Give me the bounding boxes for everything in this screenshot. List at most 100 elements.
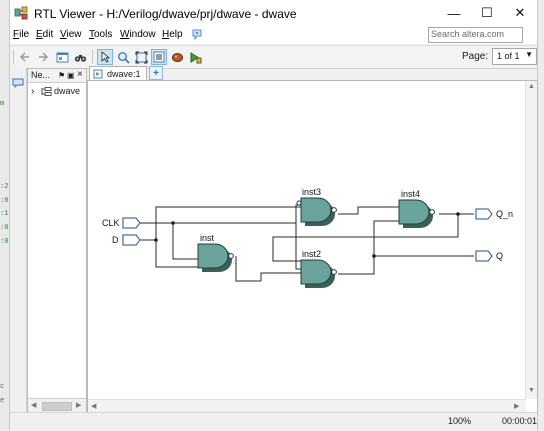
back-arrow-icon xyxy=(20,52,29,62)
canvas-hscrollbar[interactable]: ◀ ▶ xyxy=(88,399,526,413)
tree-item-dwave[interactable]: › dwave xyxy=(31,85,80,97)
back-button[interactable] xyxy=(17,49,33,65)
zoom-icon xyxy=(117,51,130,64)
maximize-button[interactable]: ☐ xyxy=(470,0,504,26)
close-panel-icon[interactable]: × xyxy=(77,69,83,80)
menu-window[interactable]: Window xyxy=(120,29,156,40)
netlist-optimize-button[interactable] xyxy=(169,49,185,65)
tab-dwave-1[interactable]: dwave:1 xyxy=(89,66,147,80)
port-q[interactable] xyxy=(475,250,493,262)
minimize-icon: — xyxy=(447,5,461,21)
schematic-drawing[interactable]: CLK D Q_n Q inst3 inst4 inst inst2 xyxy=(88,81,526,399)
zoom-tool-button[interactable] xyxy=(115,49,131,65)
wire-clk-inst3 xyxy=(295,204,301,223)
menu-help-label: elp xyxy=(169,29,183,40)
hierarchy-icon xyxy=(41,86,52,96)
help-tips-icon[interactable] xyxy=(191,28,203,40)
netlist-navigator-button[interactable] xyxy=(54,49,70,65)
forward-button[interactable] xyxy=(35,49,51,65)
output-ports xyxy=(475,208,493,262)
fit-in-window-button[interactable] xyxy=(133,49,149,65)
wire-inst2-out xyxy=(338,220,399,275)
find-button[interactable] xyxy=(72,49,88,65)
netlist-navigator-panel: Ne... ⚑ ▣ × › dwave ◀ ▶ xyxy=(27,68,87,414)
navigator-title: Ne... xyxy=(31,70,51,80)
hierarchy-list-icon xyxy=(153,51,165,63)
fit-window-icon xyxy=(135,51,147,63)
chevron-down-icon: ▼ xyxy=(525,50,533,59)
compile-button[interactable] xyxy=(187,49,203,65)
bg-glyph: :2 xyxy=(0,183,9,191)
label-inst2: inst2 xyxy=(302,249,321,259)
bg-glyph: :0 xyxy=(0,197,9,205)
forward-arrow-icon xyxy=(39,52,48,62)
menu-file[interactable]: File xyxy=(13,29,29,40)
menu-edit-label: dit xyxy=(42,29,54,40)
wire-d xyxy=(140,239,198,268)
label-clk: CLK xyxy=(102,218,120,228)
cursor-icon xyxy=(101,51,110,63)
label-q-n: Q_n xyxy=(496,209,513,219)
menu-view-label: iew xyxy=(66,29,82,40)
wire-inst-inst2 xyxy=(260,272,301,281)
scroll-down-icon[interactable]: ▼ xyxy=(528,387,535,394)
input-ports xyxy=(122,217,141,246)
title-bar[interactable]: RTL Viewer - H:/Verilog/dwave/prj/dwave … xyxy=(10,0,537,26)
wire-inst-out xyxy=(235,256,261,282)
document-tab-bar: dwave:1 + xyxy=(87,66,536,80)
scroll-left-icon[interactable]: ◀ xyxy=(91,402,96,410)
port-clk[interactable] xyxy=(122,217,141,229)
menu-edit[interactable]: Edit xyxy=(36,29,53,40)
port-d[interactable] xyxy=(122,234,141,246)
menu-help[interactable]: Help xyxy=(162,29,183,40)
wire-clk-branch xyxy=(172,223,198,260)
window-title: RTL Viewer - H:/Verilog/dwave/prj/dwave … xyxy=(34,7,297,21)
page-select[interactable]: 1 of 1 ▼ xyxy=(492,48,537,65)
bg-glyph: m xyxy=(0,100,5,108)
binoculars-icon xyxy=(74,54,86,62)
junction-dot xyxy=(456,212,460,216)
expand-icon[interactable]: › xyxy=(31,86,39,97)
menu-view[interactable]: View xyxy=(60,29,82,40)
label-inst3: inst3 xyxy=(302,187,321,197)
float-icon[interactable]: ▣ xyxy=(67,71,75,80)
close-icon: ✕ xyxy=(514,5,526,20)
schematic-canvas[interactable]: CLK D Q_n Q inst3 inst4 inst inst2 ▲ ▼ ◀… xyxy=(87,80,538,414)
minimize-button[interactable]: — xyxy=(437,0,471,26)
hierarchy-list-button[interactable] xyxy=(151,49,167,65)
status-bar: 100% 00:00:01 xyxy=(10,412,537,431)
bg-glyph: e xyxy=(0,397,5,405)
canvas-vscrollbar[interactable]: ▲ ▼ xyxy=(525,81,537,399)
scroll-up-icon[interactable]: ▲ xyxy=(528,83,535,90)
menu-tools-label: ools xyxy=(94,29,113,40)
navigator-hscrollbar[interactable]: ◀ ▶ xyxy=(28,398,86,413)
scroll-right-icon[interactable]: ▶ xyxy=(514,402,519,410)
scroll-right-icon[interactable]: ▶ xyxy=(76,401,81,409)
schematic-tab-icon xyxy=(93,69,103,78)
port-q-n[interactable] xyxy=(475,208,493,220)
bg-glyph: :0 xyxy=(0,224,9,232)
gate-inst2[interactable] xyxy=(300,259,337,288)
close-button[interactable]: ✕ xyxy=(503,0,537,26)
gate-inst[interactable] xyxy=(197,243,234,272)
plus-icon: + xyxy=(153,67,159,79)
gate-inst3[interactable] xyxy=(296,197,337,226)
scroll-left-icon[interactable]: ◀ xyxy=(31,401,36,409)
pin-icon[interactable]: ⚑ xyxy=(58,71,65,80)
rtl-viewer-window: RTL Viewer - H:/Verilog/dwave/prj/dwave … xyxy=(9,0,538,431)
selection-tool-button[interactable] xyxy=(97,49,113,65)
bg-glyph: c xyxy=(0,383,5,391)
message-icon[interactable] xyxy=(12,78,24,88)
elapsed-time: 00:00:01 xyxy=(502,416,538,426)
label-q: Q xyxy=(496,251,503,261)
gate-inst4[interactable] xyxy=(398,199,435,228)
tab-label: dwave:1 xyxy=(107,68,141,79)
netlist-window-icon xyxy=(56,52,68,62)
menu-tools[interactable]: Tools xyxy=(89,29,112,40)
search-field[interactable] xyxy=(428,27,523,43)
scroll-thumb[interactable] xyxy=(42,402,72,411)
bg-glyph: :0 xyxy=(0,238,9,246)
junction-dot xyxy=(372,254,376,258)
search-input[interactable] xyxy=(429,28,519,40)
add-tab-button[interactable]: + xyxy=(149,66,163,80)
